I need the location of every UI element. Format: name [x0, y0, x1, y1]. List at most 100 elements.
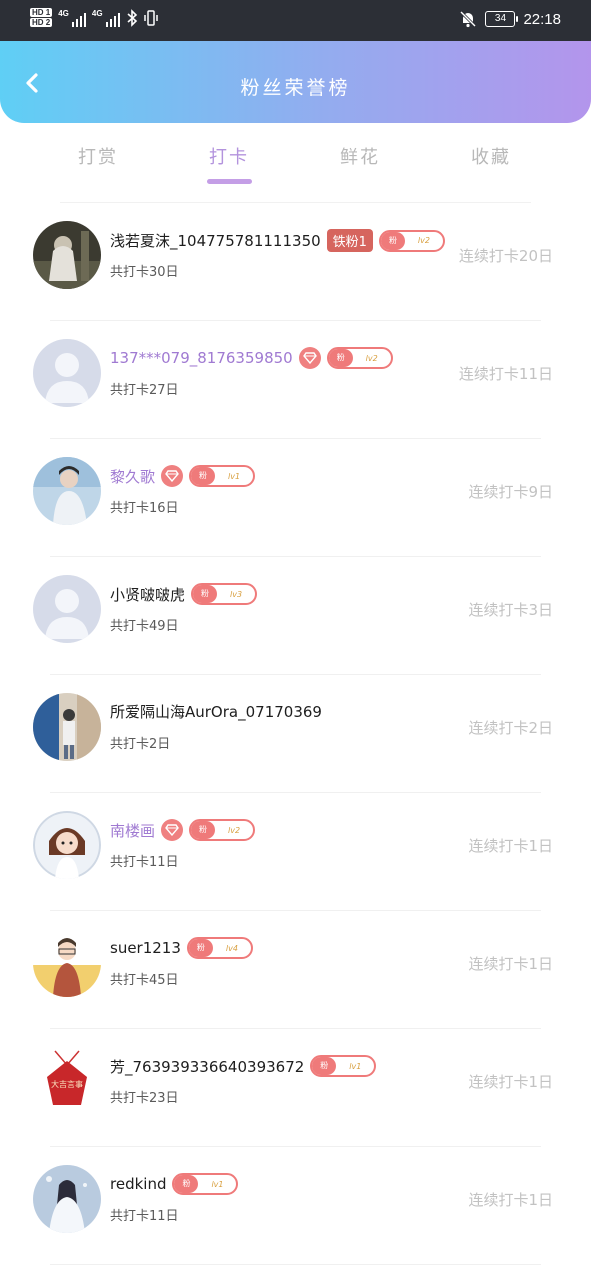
fan-name[interactable]: 芳_763939336640393672 — [110, 1056, 304, 1077]
streak-text: 连续打卡1日 — [468, 837, 553, 855]
name-line: 芳_763939336640393672 粉 lv1 — [110, 1055, 377, 1077]
list-item[interactable]: 南楼画 粉 lv2 共打卡11日 连续打卡1日 — [0, 793, 591, 911]
avatar[interactable] — [33, 811, 101, 879]
level-label: lv2 — [227, 825, 241, 835]
fan-label: 粉 — [193, 585, 218, 603]
level-label: lv2 — [365, 353, 378, 363]
fan-name[interactable]: redkind — [110, 1175, 166, 1193]
active-tab-indicator — [207, 179, 252, 184]
avatar[interactable] — [33, 693, 101, 761]
total-checkins: 共打卡2日 — [110, 737, 171, 752]
streak-text: 连续打卡1日 — [468, 1191, 553, 1209]
streak-text: 连续打卡1日 — [468, 955, 553, 973]
fan-level-badge: 粉 lv2 — [326, 347, 393, 369]
fan-label: 粉 — [191, 821, 216, 839]
fan-level-badge: 粉 lv1 — [310, 1055, 377, 1077]
status-bar: HD 1 HD 2 4G 4G 34 22:18 — [0, 0, 591, 41]
tab-flowers[interactable]: 鲜花 — [310, 143, 410, 169]
name-line: redkind 粉 lv1 — [110, 1173, 239, 1195]
fan-level-badge: 粉 lv4 — [186, 937, 253, 959]
fan-label: 粉 — [328, 349, 353, 367]
fan-name[interactable]: 浅若夏沫_104775781111350 — [110, 230, 321, 251]
level-label: lv1 — [227, 471, 241, 481]
level-label: lv3 — [229, 589, 243, 599]
mute-bell-icon — [460, 10, 477, 28]
total-checkins: 共打卡11日 — [110, 1209, 179, 1224]
fan-ranking-list: 浅若夏沫_104775781111350 铁粉1 粉 lv2 共打卡30日 连续… — [0, 203, 591, 1265]
diamond-vip-icon — [298, 347, 321, 369]
iron-fan-badge: 铁粉1 — [326, 229, 373, 252]
avatar[interactable]: 大吉言事 — [33, 1047, 101, 1115]
level-label: lv4 — [225, 943, 238, 953]
streak-text: 连续打卡9日 — [468, 483, 553, 501]
page-title: 粉丝荣誉榜 — [240, 77, 351, 99]
diamond-vip-icon — [161, 465, 184, 487]
fan-level-badge: 粉 lv2 — [378, 229, 445, 252]
fan-name[interactable]: 小贤啵啵虎 — [110, 584, 185, 605]
level-label: lv1 — [211, 1179, 224, 1189]
sim2-label: HD 2 — [30, 18, 53, 27]
total-checkins: 共打卡16日 — [110, 501, 179, 516]
battery-icon: 34 — [485, 11, 519, 27]
tab-checkin[interactable]: 打卡 — [179, 143, 279, 169]
streak-text: 连续打卡11日 — [458, 365, 553, 383]
tab-favorites[interactable]: 收藏 — [441, 143, 541, 169]
clock: 22:18 — [523, 10, 561, 28]
avatar[interactable] — [33, 1165, 101, 1233]
list-item[interactable]: suer1213 粉 lv4 共打卡45日 连续打卡1日 — [0, 911, 591, 1029]
streak-text: 连续打卡3日 — [468, 601, 553, 619]
fan-label: 粉 — [174, 1175, 199, 1193]
avatar[interactable] — [33, 339, 101, 407]
fan-name[interactable]: 所爱隔山海AurOra_07170369 — [110, 701, 322, 722]
fan-name[interactable]: suer1213 — [110, 939, 181, 957]
list-item[interactable]: 小贤啵啵虎 粉 lv3 共打卡49日 连续打卡3日 — [0, 557, 591, 675]
streak-text: 连续打卡2日 — [468, 719, 553, 737]
bluetooth-icon — [127, 8, 137, 27]
fan-name[interactable]: 南楼画 — [110, 820, 155, 841]
net1-label: 4G — [58, 8, 69, 18]
fan-label: 粉 — [191, 467, 216, 485]
tab-reward[interactable]: 打赏 — [48, 143, 148, 169]
name-line: suer1213 粉 lv4 — [110, 937, 253, 959]
list-item[interactable]: 所爱隔山海AurOra_07170369 共打卡2日 连续打卡2日 — [0, 675, 591, 793]
signal-icon-2: 4G — [92, 9, 120, 27]
fan-level-badge: 粉 lv2 — [189, 819, 256, 841]
total-checkins: 共打卡27日 — [110, 383, 179, 398]
status-right-icons: 34 22:18 — [459, 10, 561, 28]
fan-name[interactable]: 黎久歌 — [110, 466, 155, 487]
total-checkins: 共打卡30日 — [110, 265, 179, 280]
signal-icon-1: 4G — [58, 9, 86, 27]
fan-level-badge: 粉 lv3 — [191, 583, 258, 605]
level-label: lv1 — [349, 1061, 362, 1071]
list-item[interactable]: redkind 粉 lv1 共打卡11日 连续打卡1日 — [0, 1147, 591, 1265]
list-item[interactable]: 黎久歌 粉 lv1 共打卡16日 连续打卡9日 — [0, 439, 591, 557]
total-checkins: 共打卡11日 — [110, 855, 179, 870]
total-checkins: 共打卡45日 — [110, 973, 179, 988]
name-line: 小贤啵啵虎 粉 lv3 — [110, 583, 258, 605]
streak-text: 连续打卡1日 — [468, 1073, 553, 1091]
avatar[interactable] — [33, 929, 101, 997]
list-item[interactable]: 浅若夏沫_104775781111350 铁粉1 粉 lv2 共打卡30日 连续… — [0, 203, 591, 321]
sim-indicators: HD 1 HD 2 — [30, 8, 53, 27]
avatar[interactable] — [33, 457, 101, 525]
avatar[interactable] — [33, 221, 101, 289]
fan-label: 粉 — [188, 939, 213, 957]
total-checkins: 共打卡23日 — [110, 1091, 179, 1106]
name-line: 南楼画 粉 lv2 — [110, 819, 256, 841]
sim1-label: HD 1 — [30, 8, 53, 17]
fan-level-badge: 粉 lv1 — [189, 465, 256, 487]
name-line: 所爱隔山海AurOra_07170369 — [110, 701, 322, 722]
diamond-vip-icon — [161, 819, 184, 841]
fan-level-badge: 粉 lv1 — [172, 1173, 239, 1195]
list-item[interactable]: 137***079_8176359850 粉 lv2 共打卡27日 连续打卡11… — [0, 321, 591, 439]
name-line: 黎久歌 粉 lv1 — [110, 465, 256, 487]
net2-label: 4G — [91, 8, 103, 18]
tab-bar: 打赏 打卡 鲜花 收藏 — [0, 123, 591, 203]
total-checkins: 共打卡49日 — [110, 619, 179, 634]
fan-label: 粉 — [312, 1057, 337, 1075]
fan-label: 粉 — [380, 231, 405, 250]
fan-name[interactable]: 137***079_8176359850 — [110, 349, 293, 367]
avatar[interactable] — [33, 575, 101, 643]
list-item[interactable]: 大吉言事 芳_763939336640393672 粉 lv1 共打卡23日 连… — [0, 1029, 591, 1147]
vibrate-icon — [143, 9, 158, 26]
